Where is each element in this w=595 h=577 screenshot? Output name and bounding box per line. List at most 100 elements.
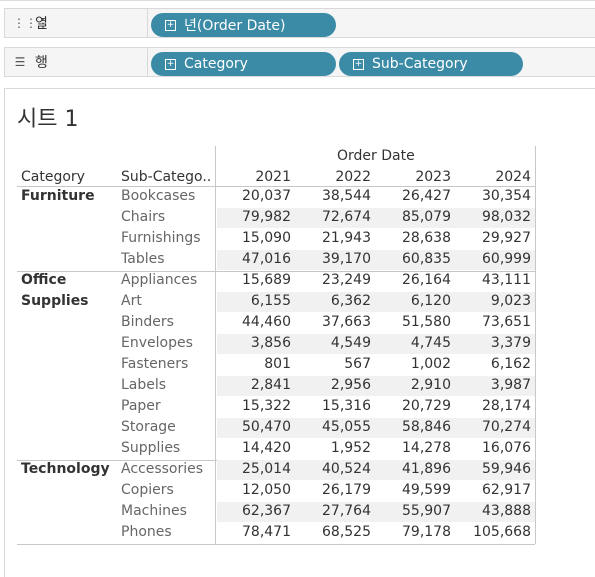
- value-cell[interactable]: 70,274: [457, 417, 531, 437]
- value-cell[interactable]: 43,111: [457, 270, 531, 290]
- value-cell[interactable]: 85,079: [377, 207, 451, 227]
- value-cell[interactable]: 105,668: [457, 522, 531, 542]
- value-cell[interactable]: 43,888: [457, 501, 531, 521]
- subcategory-label[interactable]: Phones: [121, 522, 172, 542]
- category-label[interactable]: Supplies: [21, 291, 89, 311]
- columns-shelf[interactable]: ⋮⋮⋮ 열 + 년(Order Date): [4, 8, 595, 38]
- value-cell[interactable]: 47,016: [217, 249, 291, 269]
- subcategory-label[interactable]: Envelopes: [121, 333, 193, 353]
- expand-plus-icon[interactable]: +: [165, 58, 176, 70]
- value-cell[interactable]: 14,278: [377, 438, 451, 458]
- subcategory-label[interactable]: Supplies: [121, 438, 180, 458]
- column-header-title[interactable]: Order Date: [337, 146, 415, 166]
- value-cell[interactable]: 25,014: [217, 459, 291, 479]
- value-cell[interactable]: 4,745: [377, 333, 451, 353]
- value-cell[interactable]: 44,460: [217, 312, 291, 332]
- value-cell[interactable]: 26,427: [377, 186, 451, 206]
- value-cell[interactable]: 9,023: [457, 291, 531, 311]
- value-cell[interactable]: 68,525: [297, 522, 371, 542]
- subcategory-label[interactable]: Fasteners: [121, 354, 188, 374]
- value-cell[interactable]: 2,956: [297, 375, 371, 395]
- pill-year-order-date[interactable]: + 년(Order Date): [151, 13, 336, 37]
- subcategory-label[interactable]: Furnishings: [121, 228, 201, 248]
- subcategory-label[interactable]: Chairs: [121, 207, 165, 227]
- year-header-2021[interactable]: 2021: [217, 167, 291, 187]
- value-cell[interactable]: 12,050: [217, 480, 291, 500]
- subcategory-header[interactable]: Sub-Catego..: [121, 167, 211, 187]
- value-cell[interactable]: 20,037: [217, 186, 291, 206]
- value-cell[interactable]: 3,856: [217, 333, 291, 353]
- value-cell[interactable]: 38,544: [297, 186, 371, 206]
- subcategory-label[interactable]: Binders: [121, 312, 174, 332]
- value-cell[interactable]: 39,170: [297, 249, 371, 269]
- category-header[interactable]: Category: [21, 167, 85, 187]
- subcategory-label[interactable]: Bookcases: [121, 186, 195, 206]
- value-cell[interactable]: 60,999: [457, 249, 531, 269]
- subcategory-label[interactable]: Storage: [121, 417, 176, 437]
- expand-plus-icon[interactable]: +: [165, 19, 176, 31]
- value-cell[interactable]: 26,164: [377, 270, 451, 290]
- value-cell[interactable]: 6,155: [217, 291, 291, 311]
- value-cell[interactable]: 15,689: [217, 270, 291, 290]
- value-cell[interactable]: 72,674: [297, 207, 371, 227]
- value-cell[interactable]: 801: [217, 354, 291, 374]
- value-cell[interactable]: 27,764: [297, 501, 371, 521]
- value-cell[interactable]: 4,549: [297, 333, 371, 353]
- expand-plus-icon[interactable]: +: [353, 58, 364, 70]
- value-cell[interactable]: 28,638: [377, 228, 451, 248]
- category-label[interactable]: Office: [21, 270, 66, 290]
- subcategory-label[interactable]: Accessories: [121, 459, 203, 479]
- rows-shelf[interactable]: ☰ 행 + Category + Sub-Category: [4, 47, 595, 77]
- value-cell[interactable]: 30,354: [457, 186, 531, 206]
- value-cell[interactable]: 15,322: [217, 396, 291, 416]
- value-cell[interactable]: 29,927: [457, 228, 531, 248]
- year-header-2022[interactable]: 2022: [297, 167, 371, 187]
- value-cell[interactable]: 26,179: [297, 480, 371, 500]
- value-cell[interactable]: 45,055: [297, 417, 371, 437]
- subcategory-label[interactable]: Tables: [121, 249, 165, 269]
- value-cell[interactable]: 62,917: [457, 480, 531, 500]
- value-cell[interactable]: 6,162: [457, 354, 531, 374]
- value-cell[interactable]: 567: [297, 354, 371, 374]
- subcategory-label[interactable]: Art: [121, 291, 142, 311]
- value-cell[interactable]: 3,379: [457, 333, 531, 353]
- value-cell[interactable]: 40,524: [297, 459, 371, 479]
- value-cell[interactable]: 98,032: [457, 207, 531, 227]
- subcategory-label[interactable]: Machines: [121, 501, 187, 521]
- year-header-2023[interactable]: 2023: [377, 167, 451, 187]
- value-cell[interactable]: 20,729: [377, 396, 451, 416]
- subcategory-label[interactable]: Paper: [121, 396, 161, 416]
- value-cell[interactable]: 49,599: [377, 480, 451, 500]
- value-cell[interactable]: 2,841: [217, 375, 291, 395]
- value-cell[interactable]: 79,982: [217, 207, 291, 227]
- value-cell[interactable]: 28,174: [457, 396, 531, 416]
- value-cell[interactable]: 51,580: [377, 312, 451, 332]
- value-cell[interactable]: 1,002: [377, 354, 451, 374]
- sheet-title[interactable]: 시트 1: [17, 101, 78, 133]
- value-cell[interactable]: 73,651: [457, 312, 531, 332]
- value-cell[interactable]: 3,987: [457, 375, 531, 395]
- value-cell[interactable]: 21,943: [297, 228, 371, 248]
- value-cell[interactable]: 41,896: [377, 459, 451, 479]
- value-cell[interactable]: 23,249: [297, 270, 371, 290]
- value-cell[interactable]: 78,471: [217, 522, 291, 542]
- value-cell[interactable]: 14,420: [217, 438, 291, 458]
- value-cell[interactable]: 79,178: [377, 522, 451, 542]
- subcategory-label[interactable]: Appliances: [121, 270, 197, 290]
- value-cell[interactable]: 1,952: [297, 438, 371, 458]
- value-cell[interactable]: 37,663: [297, 312, 371, 332]
- year-header-2024[interactable]: 2024: [457, 167, 531, 187]
- value-cell[interactable]: 62,367: [217, 501, 291, 521]
- value-cell[interactable]: 50,470: [217, 417, 291, 437]
- value-cell[interactable]: 55,907: [377, 501, 451, 521]
- value-cell[interactable]: 59,946: [457, 459, 531, 479]
- pill-category[interactable]: + Category: [151, 52, 336, 76]
- value-cell[interactable]: 16,076: [457, 438, 531, 458]
- value-cell[interactable]: 15,090: [217, 228, 291, 248]
- subcategory-label[interactable]: Copiers: [121, 480, 174, 500]
- value-cell[interactable]: 58,846: [377, 417, 451, 437]
- category-label[interactable]: Furniture: [21, 186, 95, 206]
- subcategory-label[interactable]: Labels: [121, 375, 166, 395]
- value-cell[interactable]: 60,835: [377, 249, 451, 269]
- value-cell[interactable]: 6,120: [377, 291, 451, 311]
